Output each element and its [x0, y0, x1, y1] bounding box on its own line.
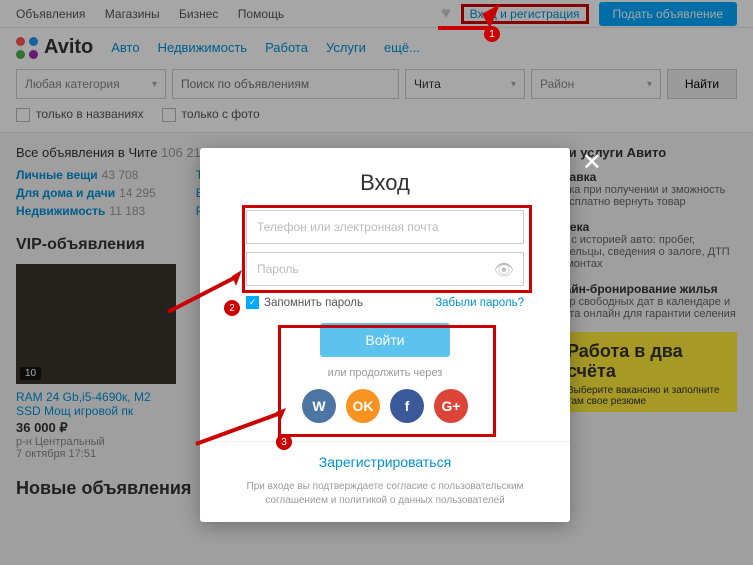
terms-text: При входе вы подтверждаете согласие с по…: [200, 480, 570, 508]
social-row: W OK f G+: [246, 389, 524, 423]
google-plus-icon[interactable]: G+: [434, 389, 468, 423]
modal-title: Вход: [200, 170, 570, 196]
annotation-badge-1: 1: [484, 26, 500, 42]
annotation-badge-3: 3: [276, 434, 292, 450]
forgot-password-link[interactable]: Забыли пароль?: [435, 297, 524, 309]
facebook-icon[interactable]: f: [390, 389, 424, 423]
submit-button[interactable]: Войти: [320, 323, 450, 357]
login-input[interactable]: [246, 210, 524, 244]
login-modal: ✕ Вход 👁 ✓Запомнить пароль Забыли пароль…: [200, 148, 570, 522]
eye-icon[interactable]: 👁: [494, 260, 514, 280]
annotation-badge-2: 2: [224, 300, 240, 316]
remember-checkbox[interactable]: ✓Запомнить пароль: [246, 296, 363, 309]
ok-icon[interactable]: OK: [346, 389, 380, 423]
vk-icon[interactable]: W: [302, 389, 336, 423]
checkbox-checked-icon: ✓: [246, 296, 259, 309]
password-input[interactable]: [246, 252, 524, 286]
close-icon[interactable]: ✕: [582, 148, 602, 177]
register-link[interactable]: Зарегистрироваться: [200, 454, 570, 470]
or-continue-label: или продолжить через: [246, 367, 524, 379]
